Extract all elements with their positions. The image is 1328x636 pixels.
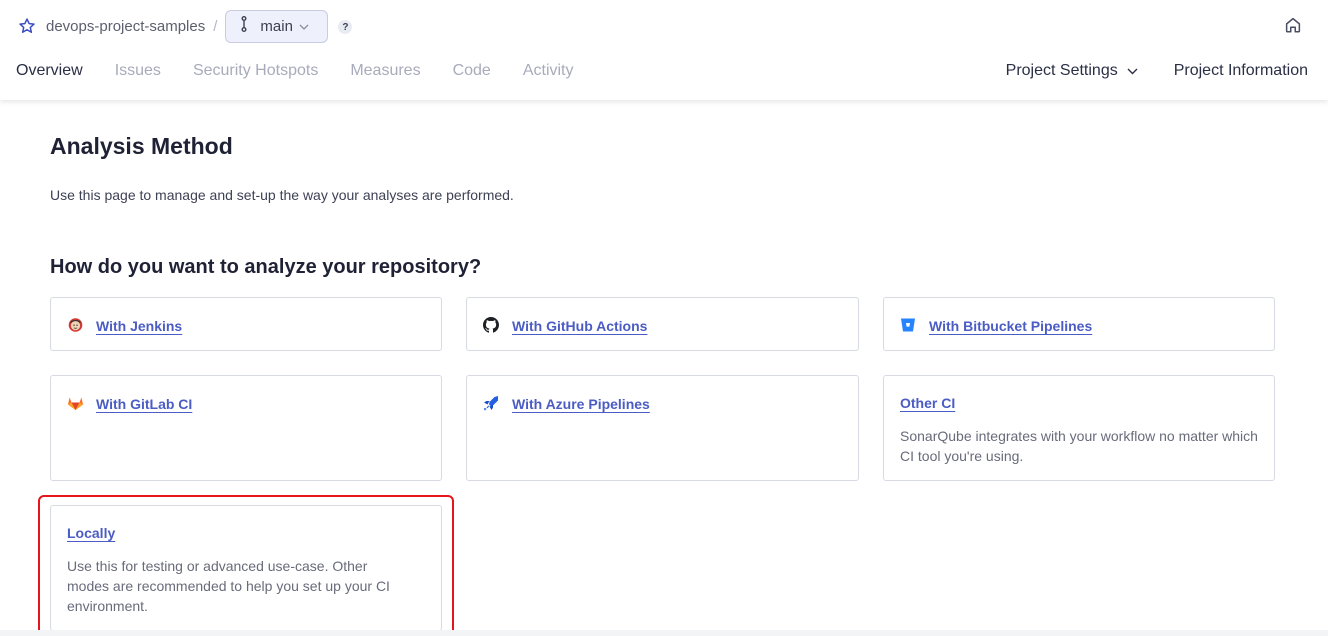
highlight-box	[38, 495, 454, 636]
option-card-bitbucket-pipelines[interactable]: With Bitbucket Pipelines	[883, 297, 1275, 351]
azure-pipelines-icon	[483, 395, 500, 412]
card-description: SonarQube integrates with your workflow …	[900, 428, 1258, 464]
tab-measures[interactable]: Measures	[350, 62, 420, 80]
option-card-gitlab-ci[interactable]: With GitLab CI	[50, 375, 442, 481]
project-nav: Overview Issues Security Hotspots Measur…	[16, 62, 606, 80]
card-link[interactable]: With GitHub Actions	[512, 318, 647, 334]
tab-security-hotspots[interactable]: Security Hotspots	[193, 62, 318, 80]
option-card-azure-pipelines[interactable]: With Azure Pipelines	[466, 375, 859, 481]
page-title: Analysis Method	[50, 133, 233, 159]
card-link[interactable]: Other CI	[900, 395, 955, 411]
help-icon[interactable]: ?	[338, 20, 353, 34]
chevron-down-icon	[299, 17, 309, 35]
github-icon	[483, 317, 500, 334]
jenkins-icon	[67, 317, 84, 334]
card-link[interactable]: With GitLab CI	[96, 396, 192, 412]
project-nav-right: Project Settings Project Information	[1006, 62, 1308, 80]
card-link[interactable]: With Bitbucket Pipelines	[929, 318, 1092, 334]
branch-icon	[240, 15, 248, 37]
star-icon[interactable]	[18, 17, 36, 35]
project-name[interactable]: devops-project-samples	[46, 18, 205, 35]
tab-activity[interactable]: Activity	[523, 62, 574, 80]
option-card-jenkins[interactable]: With Jenkins	[50, 297, 442, 351]
branch-name: main	[260, 17, 293, 35]
page-bottom-divider	[0, 630, 1328, 636]
section-title: How do you want to analyze your reposito…	[50, 256, 482, 278]
tab-overview[interactable]: Overview	[16, 62, 83, 80]
card-link[interactable]: With Jenkins	[96, 318, 182, 334]
page-description: Use this page to manage and set-up the w…	[50, 187, 514, 203]
branch-selector[interactable]: main	[225, 9, 329, 43]
option-card-other-ci[interactable]: Other CI SonarQube integrates with your …	[883, 375, 1275, 481]
bitbucket-icon	[900, 317, 917, 334]
gitlab-icon	[67, 395, 84, 412]
tab-issues[interactable]: Issues	[115, 62, 161, 80]
project-information-link[interactable]: Project Information	[1174, 62, 1308, 80]
home-icon[interactable]	[1284, 16, 1302, 34]
top-header: devops-project-samples / main ? Overview…	[0, 0, 1328, 100]
option-card-github-actions[interactable]: With GitHub Actions	[466, 297, 859, 351]
tab-code[interactable]: Code	[453, 62, 491, 80]
chevron-down-icon[interactable]	[1127, 62, 1138, 80]
card-link[interactable]: With Azure Pipelines	[512, 396, 650, 412]
breadcrumb-separator: /	[213, 17, 218, 35]
project-settings-menu[interactable]: Project Settings	[1006, 62, 1118, 80]
breadcrumb: devops-project-samples / main ?	[18, 8, 353, 44]
